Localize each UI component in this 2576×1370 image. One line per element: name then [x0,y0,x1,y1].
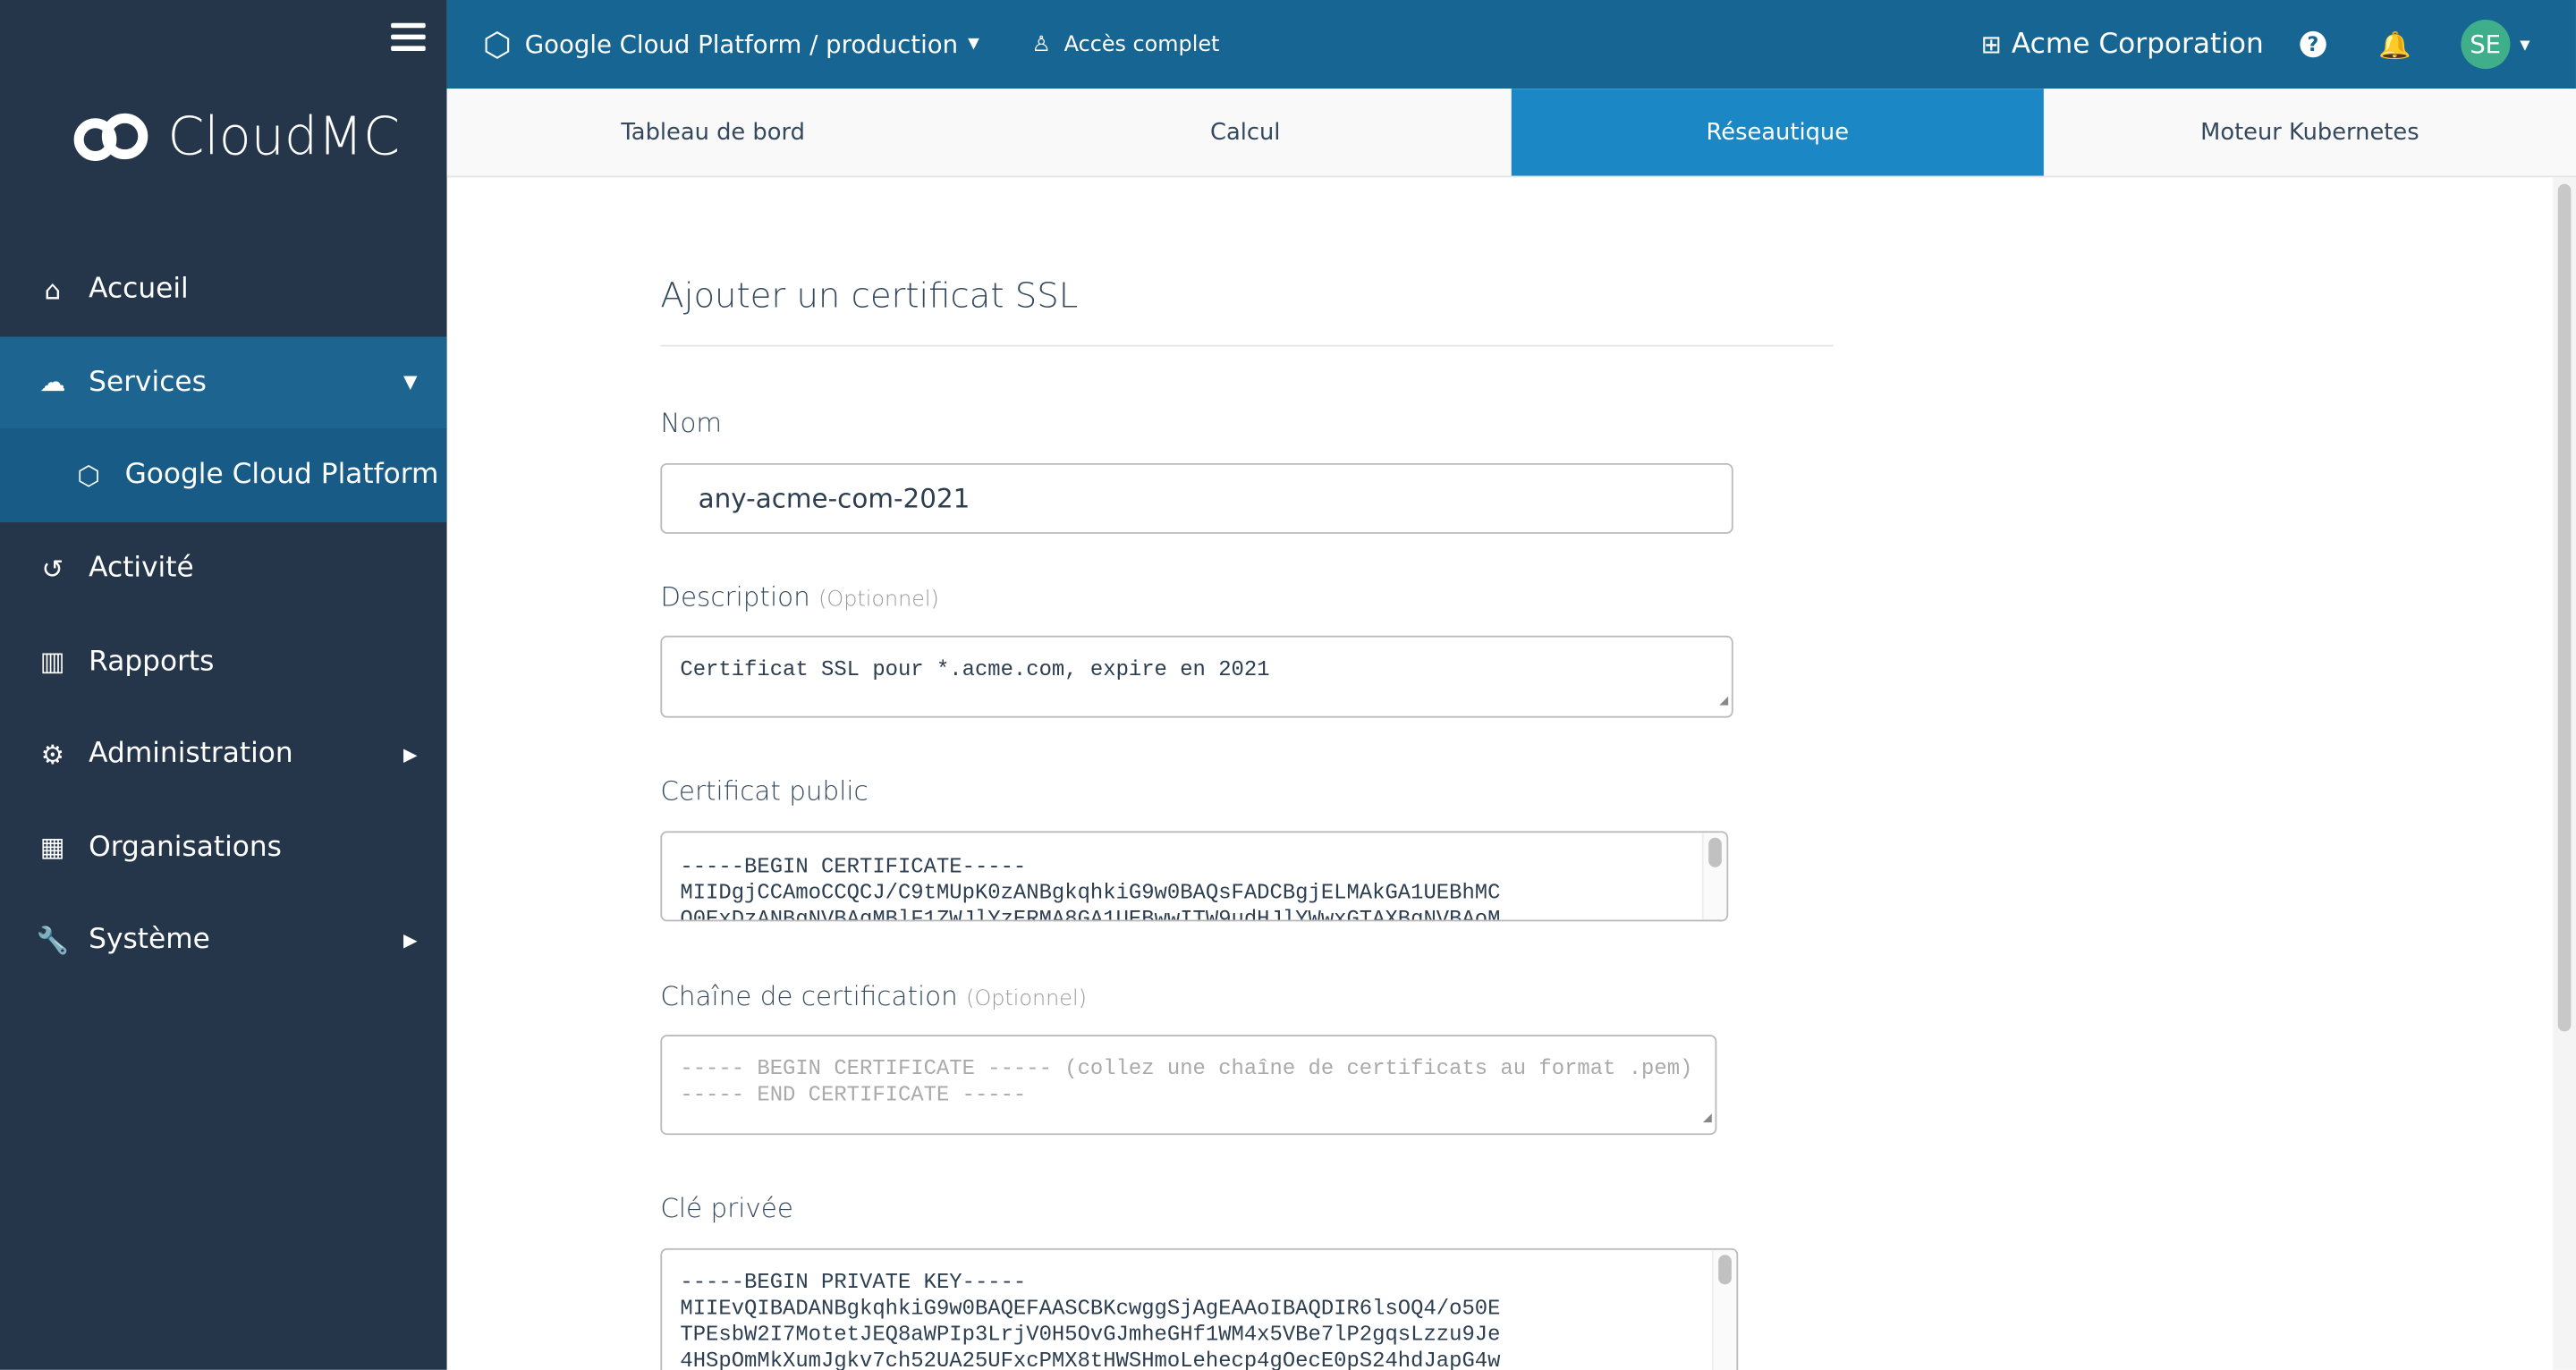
context-selector[interactable]: Google Cloud Platform / production [525,30,958,59]
sidebar-item-label: Services [89,366,207,400]
description-textarea[interactable]: Certificat SSL pour *.acme.com, expire e… [660,635,1733,718]
bar-chart-icon: ▥ [39,646,65,678]
caret-down-icon[interactable]: ▼ [968,36,979,52]
help-icon[interactable]: ? [2300,30,2326,58]
scrollbar[interactable] [1701,833,1727,920]
chain-label: Chaîne de certification [660,980,958,1012]
cloud-icon: ☁ [39,367,66,399]
sidebar-item-rapports[interactable]: ▥ Rapports [0,615,447,708]
user-icon: ♙ [1031,31,1051,57]
name-input[interactable]: any-acme-com-2021 [660,462,1733,534]
avatar[interactable]: SE [2461,20,2511,70]
private-key-value: -----BEGIN PRIVATE KEY----- MIIEvQIBADAN… [680,1269,1501,1370]
caret-down-icon[interactable]: ▼ [2520,37,2529,52]
caret-right-icon: ▶ [402,929,418,951]
cloudmc-logo-icon [73,113,148,161]
ssl-form: Ajouter un certificat SSL Nom any-acme-c… [660,276,1834,1370]
history-icon: ↺ [41,553,64,585]
sidebar-item-label: Activité [89,552,194,586]
sidebar-item-services[interactable]: ☁ Services ▼ [0,335,447,429]
resize-handle-icon[interactable]: ◢ [1719,689,1728,715]
sidebar-item-administration[interactable]: ⚙ Administration ▶ [0,708,447,801]
main-content: Ajouter un certificat SSL Nom any-acme-c… [447,177,2554,1370]
optional-hint: (Optionnel) [818,588,939,613]
sidebar-item-label: Administration [89,738,293,771]
scrollbar[interactable] [1711,1249,1737,1370]
name-label: Nom [660,407,722,439]
optional-hint: (Optionnel) [966,986,1087,1012]
certificate-textarea[interactable]: -----BEGIN CERTIFICATE----- MIIDgjCCAmoC… [660,831,1729,922]
logo[interactable]: CloudMC [72,105,400,168]
private-key-textarea[interactable]: -----BEGIN PRIVATE KEY----- MIIEvQIBADAN… [660,1247,1739,1370]
certificate-value: -----BEGIN CERTIFICATE----- MIIDgjCCAmoC… [680,854,1501,922]
sidebar-item-accueil[interactable]: ⌂ Accueil [0,243,447,336]
sidebar-item-systeme[interactable]: 🔧 Système ▶ [0,893,447,986]
chain-textarea[interactable]: ----- BEGIN CERTIFICATE ----- (collez un… [660,1035,1717,1136]
org-selector[interactable]: Acme Corporation [2012,28,2264,61]
chain-placeholder: ----- BEGIN CERTIFICATE ----- (collez un… [680,1055,1693,1107]
home-icon: ⌂ [44,274,62,306]
tab-moteur-kubernetes[interactable]: Moteur Kubernetes [2044,89,2576,175]
building-icon: ▦ [39,832,65,863]
caret-right-icon: ▶ [402,743,418,765]
sidebar: CloudMC ⌂ Accueil ☁ Services ▼ ⬡ Google Clou… [0,0,447,1370]
brand-name: CloudMC [167,105,400,168]
private-key-label: Clé privée [660,1192,793,1224]
sidebar-item-label: Accueil [89,273,189,307]
wrench-icon: 🔧 [36,924,70,956]
sidebar-item-label: Rapports [89,645,215,678]
sidebar-item-activite[interactable]: ↺ Activité [0,522,447,615]
bell-icon[interactable]: 🔔 [2378,29,2411,60]
certificate-label: Certificat public [660,774,869,807]
description-value: Certificat SSL pour *.acme.com, expire e… [680,656,1270,682]
gcp-icon: ⬡ [77,460,101,492]
menu-toggle-icon[interactable] [391,22,426,58]
tab-tableau-de-bord[interactable]: Tableau de bord [447,89,979,175]
resize-handle-icon[interactable]: ◢ [1703,1105,1712,1131]
access-level: Accès complet [1063,31,1220,57]
org-icon: ⊞ [1980,30,2002,60]
gcp-icon: ⬡ [482,24,513,64]
sidebar-item-label: Organisations [89,831,282,864]
page-title: Ajouter un certificat SSL [660,276,1834,347]
sidebar-item-label: Système [89,924,210,957]
sidebar-item-label: Google Cloud Platform [124,459,439,493]
sidebar-item-organisations[interactable]: ▦ Organisations [0,801,447,894]
tab-calcul[interactable]: Calcul [979,89,1512,175]
top-header: ⬡ Google Cloud Platform / production ▼ ♙… [446,0,2576,89]
tab-reseautique[interactable]: Réseautique [1511,89,2044,176]
sidebar-item-gcp[interactable]: ⬡ Google Cloud Platform [0,428,447,522]
page-scrollbar[interactable] [2553,177,2576,1370]
gears-icon: ⚙ [40,739,64,770]
description-label: Description [660,581,810,613]
tab-bar: Tableau de bord Calcul Réseautique Moteu… [446,89,2576,178]
caret-down-icon: ▼ [402,371,418,393]
